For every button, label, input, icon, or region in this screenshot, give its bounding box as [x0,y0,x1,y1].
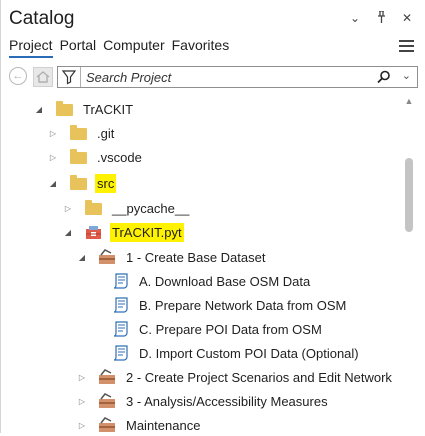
search-options-chevron-icon[interactable]: ⌄ [402,69,411,82]
toolset-icon [98,393,118,409]
folder-icon [84,200,104,216]
collapsed-arrow-icon[interactable]: ▷ [47,129,59,138]
collapsed-arrow-icon[interactable]: ▷ [76,373,88,382]
toolset-icon [98,249,118,265]
home-icon[interactable] [33,67,53,87]
tree-item-toolset-1[interactable]: ◢ 1 - Create Base Dataset [76,246,267,268]
expanded-arrow-icon[interactable]: ◢ [47,179,59,188]
script-tool-icon [111,321,131,337]
toolset-icon [98,369,118,385]
collapsed-arrow-icon[interactable]: ▷ [76,397,88,406]
pin-icon[interactable] [374,10,388,26]
tree-item-pycache[interactable]: ▷ __pycache__ [62,197,191,219]
back-arrow-icon[interactable]: ← [9,67,27,85]
tree-item-trackit[interactable]: ◢ TrACKIT [33,98,135,120]
collapsed-arrow-icon[interactable]: ▷ [76,421,88,430]
tab-portal[interactable]: Portal [60,37,97,58]
search-box: ⌄ [57,66,418,88]
hamburger-menu-icon[interactable] [399,40,414,55]
pane-title: Catalog [9,8,75,29]
vertical-scrollbar-thumb[interactable] [405,158,413,232]
tree-item-tool-a[interactable]: A. Download Base OSM Data [111,270,312,292]
expanded-arrow-icon[interactable]: ◢ [62,228,74,237]
expanded-arrow-icon[interactable]: ◢ [76,253,88,262]
tab-computer[interactable]: Computer [103,37,164,58]
toolset-icon [98,417,118,433]
tree-item-toolset-2[interactable]: ▷ 2 - Create Project Scenarios and Edit … [76,366,394,388]
close-icon[interactable]: ✕ [400,11,414,26]
pane-header-buttons: ⌄ ✕ [348,10,414,26]
script-tool-icon [111,297,131,313]
search-input[interactable] [86,68,336,86]
chevron-down-icon[interactable]: ⌄ [348,11,362,26]
collapsed-arrow-icon[interactable]: ▷ [47,153,59,162]
tree-item-tool-d[interactable]: D. Import Custom POI Data (Optional) [111,342,361,364]
folder-icon [69,175,89,191]
tree-item-src[interactable]: ◢ src [47,172,117,194]
catalog-tabs: Project Portal Computer Favorites [9,37,229,58]
tree-item-tool-b[interactable]: B. Prepare Network Data from OSM [111,294,348,316]
tree-item-git[interactable]: ▷ .git [47,122,116,144]
script-tool-icon [111,345,131,361]
folder-icon [69,149,89,165]
tree-item-toolset-3[interactable]: ▷ 3 - Analysis/Accessibility Measures [76,390,330,412]
search-icon[interactable] [377,70,391,89]
tab-project[interactable]: Project [9,37,53,58]
tab-favorites[interactable]: Favorites [172,37,230,58]
script-tool-icon [111,273,131,289]
catalog-toolbar: ← ⌄ [7,66,418,88]
filter-icon[interactable] [58,67,81,87]
tree-item-toolbox[interactable]: ◢ TrACKIT.pyt [62,221,184,243]
scroll-up-arrow-icon[interactable]: ▲ [402,96,416,106]
folder-icon [55,101,75,117]
folder-icon [69,125,89,141]
expanded-arrow-icon[interactable]: ◢ [33,105,45,114]
tree-item-vscode[interactable]: ▷ .vscode [47,146,144,168]
tree-item-tool-c[interactable]: C. Prepare POI Data from OSM [111,318,324,340]
collapsed-arrow-icon[interactable]: ▷ [62,204,74,213]
catalog-pane: Catalog ⌄ ✕ Project Portal Computer Favo… [0,0,424,433]
python-toolbox-icon [84,224,104,240]
